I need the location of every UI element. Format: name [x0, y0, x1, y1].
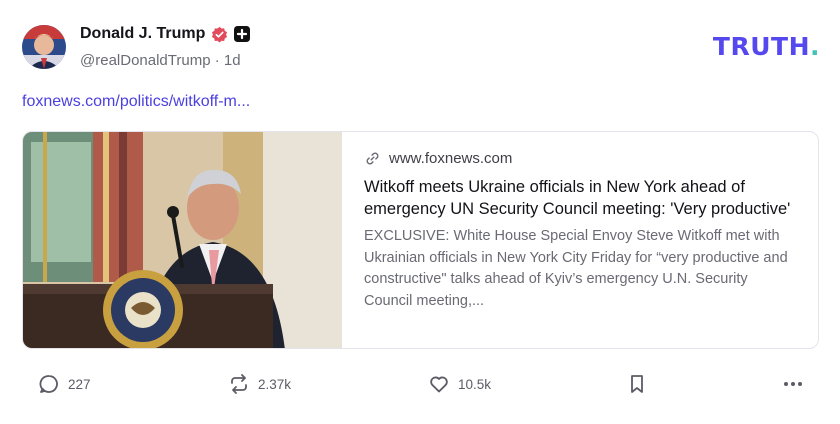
- bookmark-button[interactable]: [626, 373, 648, 395]
- reply-button[interactable]: 227: [38, 373, 91, 395]
- card-description: EXCLUSIVE: White House Special Envoy Ste…: [364, 228, 788, 309]
- avatar[interactable]: [22, 25, 66, 69]
- more-button[interactable]: [781, 373, 805, 395]
- verified-icon: [212, 26, 228, 42]
- card-thumbnail: [23, 132, 342, 348]
- author-meta: @realDonaldTrump · 1d: [80, 52, 241, 69]
- truth-social-logo[interactable]: TRUTH.: [713, 32, 820, 61]
- link-icon: [366, 152, 379, 165]
- bookmark-icon: [631, 375, 643, 393]
- card-domain: www.foxnews.com: [389, 150, 513, 167]
- meta-separator: ·: [214, 52, 220, 69]
- author-name[interactable]: Donald J. Trump: [80, 25, 205, 43]
- reply-count: 227: [68, 376, 91, 392]
- like-button[interactable]: 10.5k: [428, 373, 491, 395]
- card-domain-row: www.foxnews.com: [364, 150, 798, 167]
- link-preview-card[interactable]: www.foxnews.com Witkoff meets Ukraine of…: [22, 131, 819, 349]
- reply-icon: [39, 375, 58, 393]
- thumbnail-image: [23, 132, 342, 348]
- author-handle[interactable]: @realDonaldTrump: [80, 52, 211, 69]
- author-name-row: Donald J. Trump: [80, 25, 251, 43]
- card-headline[interactable]: Witkoff meets Ukraine officials in New Y…: [364, 176, 798, 220]
- retruth-count: 2.37k: [258, 376, 292, 392]
- card-body: www.foxnews.com Witkoff meets Ukraine of…: [342, 132, 818, 348]
- post-link[interactable]: foxnews.com/politics/witkoff-m...: [22, 93, 250, 111]
- retruth-icon: [231, 374, 247, 394]
- like-icon: [430, 376, 448, 393]
- avatar-image: [22, 25, 66, 69]
- more-icon: [784, 382, 802, 386]
- action-bar: 227 2.37k 10.5k: [0, 370, 840, 400]
- retruth-button[interactable]: 2.37k: [228, 373, 291, 395]
- post-time[interactable]: 1d: [224, 52, 241, 69]
- plus-badge-icon: [234, 26, 251, 42]
- logo-text: TRUTH: [712, 32, 810, 61]
- logo-dot: .: [810, 32, 820, 61]
- like-count: 10.5k: [458, 376, 492, 392]
